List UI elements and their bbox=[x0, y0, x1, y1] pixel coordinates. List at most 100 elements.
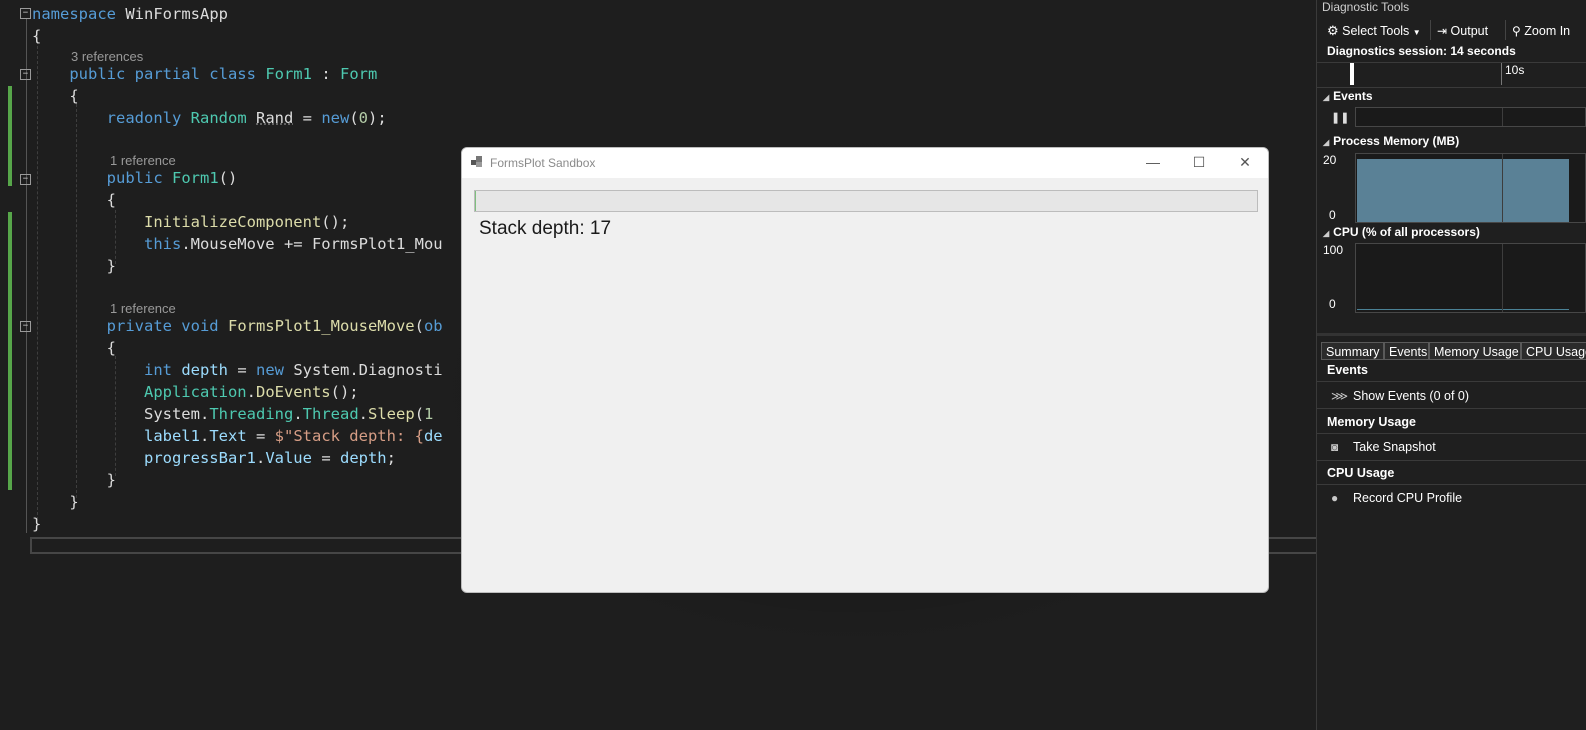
record-cpu-profile-button[interactable]: Record CPU Profile bbox=[1353, 491, 1462, 505]
method-call: Sleep bbox=[368, 405, 415, 423]
code-line[interactable]: } bbox=[32, 255, 116, 277]
outline-line bbox=[26, 18, 27, 533]
output-icon: ⇥ bbox=[1437, 24, 1448, 38]
grid-line bbox=[1502, 244, 1503, 312]
app-icon bbox=[471, 156, 483, 168]
code-line[interactable]: public Form1() bbox=[32, 167, 238, 189]
keyword: new bbox=[321, 109, 350, 127]
events-section-label: Events bbox=[1333, 89, 1373, 103]
field-name: Rand bbox=[256, 109, 294, 127]
method-name: FormsPlot1_MouseMove bbox=[227, 317, 415, 335]
tab-memory-usage[interactable]: Memory Usage bbox=[1429, 342, 1521, 360]
code-line[interactable]: private void FormsPlot1_MouseMove(ob bbox=[32, 315, 443, 337]
cpu-axis-min: 0 bbox=[1329, 297, 1336, 311]
events-section-header[interactable]: ◢ Events bbox=[1323, 89, 1373, 103]
constructor-name: Form1 bbox=[172, 169, 219, 187]
collapse-triangle-icon: ◢ bbox=[1323, 93, 1330, 102]
change-indicator bbox=[8, 86, 12, 186]
divider bbox=[1317, 484, 1586, 485]
timeline-start-handle[interactable] bbox=[1350, 63, 1354, 85]
code-line[interactable]: { bbox=[32, 25, 41, 47]
minimize-button[interactable]: — bbox=[1130, 148, 1176, 178]
tab-events[interactable]: Events bbox=[1384, 342, 1429, 360]
code-line[interactable]: } bbox=[32, 469, 116, 491]
collapse-triangle-icon: ◢ bbox=[1323, 138, 1330, 147]
maximize-button[interactable]: ☐ bbox=[1176, 148, 1222, 178]
code-line[interactable]: Application.DoEvents(); bbox=[32, 381, 359, 403]
collapse-triangle-icon: ◢ bbox=[1323, 229, 1330, 238]
window-title: FormsPlot Sandbox bbox=[490, 156, 596, 170]
code-line[interactable]: label1.Text = $"Stack depth: {de bbox=[32, 425, 443, 447]
progress-fill bbox=[475, 191, 476, 211]
code-line[interactable]: System.Threading.Thread.Sleep(1 bbox=[32, 403, 433, 425]
timeline-tick-label: 10s bbox=[1505, 63, 1525, 77]
show-events-link[interactable]: Show Events (0 of 0) bbox=[1353, 389, 1469, 403]
punctuation: : bbox=[311, 65, 340, 83]
code-line[interactable]: public partial class Form1 : Form bbox=[32, 63, 377, 85]
variable: label1 bbox=[143, 427, 200, 445]
memory-section-header[interactable]: ◢ Process Memory (MB) bbox=[1323, 134, 1459, 148]
namespace-name: Threading bbox=[209, 405, 294, 423]
events-icon: ⋙ bbox=[1331, 389, 1349, 403]
memory-graph[interactable] bbox=[1355, 153, 1586, 223]
string-literal: $"Stack depth: { bbox=[274, 427, 424, 445]
select-tools-button[interactable]: ⚙ Select Tools ▼ bbox=[1327, 22, 1421, 40]
code-line[interactable]: this.MouseMove += FormsPlot1_Mou bbox=[32, 233, 443, 255]
grid-line bbox=[1502, 154, 1503, 222]
base-class: Form bbox=[339, 65, 378, 83]
splitter[interactable] bbox=[1317, 333, 1586, 336]
fold-toggle-class[interactable]: − bbox=[20, 69, 31, 80]
formsplot-sandbox-window[interactable]: FormsPlot Sandbox — ☐ ✕ Stack depth: 17 bbox=[461, 147, 1269, 593]
type-name: Random bbox=[190, 109, 247, 127]
session-duration: Diagnostics session: 14 seconds bbox=[1327, 44, 1516, 58]
property: Value bbox=[265, 449, 312, 467]
close-button[interactable]: ✕ bbox=[1222, 148, 1268, 178]
tab-cpu-usage[interactable]: CPU Usage bbox=[1521, 342, 1586, 360]
divider bbox=[1317, 460, 1586, 461]
method-call: DoEvents bbox=[255, 383, 331, 401]
type-name: Application bbox=[143, 383, 247, 401]
events-track[interactable] bbox=[1355, 107, 1586, 127]
code-line[interactable]: { bbox=[32, 337, 116, 359]
events-heading: Events bbox=[1327, 363, 1368, 377]
fold-toggle-method[interactable]: − bbox=[20, 321, 31, 332]
fold-toggle-namespace[interactable]: − bbox=[20, 8, 31, 19]
timeline-ruler[interactable]: 10s bbox=[1317, 62, 1586, 88]
property: Text bbox=[209, 427, 247, 445]
take-snapshot-button[interactable]: Take Snapshot bbox=[1353, 440, 1436, 454]
timeline-tick bbox=[1501, 63, 1502, 85]
zoom-in-button[interactable]: ⚲ Zoom In bbox=[1512, 22, 1570, 40]
fold-toggle-constructor[interactable]: − bbox=[20, 174, 31, 185]
divider bbox=[1317, 408, 1586, 409]
record-icon: ● bbox=[1331, 491, 1339, 505]
code-line[interactable]: int depth = new System.Diagnosti bbox=[32, 359, 443, 381]
pause-icon[interactable]: ❚❚ bbox=[1331, 111, 1349, 124]
class-name: Form1 bbox=[265, 65, 312, 83]
keyword: new bbox=[256, 361, 284, 379]
variable: depth bbox=[181, 361, 228, 379]
code-line[interactable]: progressBar1.Value = depth; bbox=[32, 447, 396, 469]
code-line[interactable]: { bbox=[32, 85, 78, 107]
code-text: .MouseMove += FormsPlot1_Mou bbox=[181, 235, 443, 253]
progress-bar bbox=[474, 190, 1258, 212]
select-tools-label: Select Tools bbox=[1342, 24, 1410, 38]
number: 0 bbox=[358, 109, 369, 127]
code-line[interactable]: namespace WinFormsApp bbox=[32, 3, 228, 25]
cpu-usage-heading: CPU Usage bbox=[1327, 466, 1395, 480]
punctuation: = bbox=[293, 109, 322, 127]
camera-icon: ◙ bbox=[1331, 440, 1339, 454]
tab-summary[interactable]: Summary bbox=[1321, 342, 1384, 360]
toolbar-separator bbox=[1430, 20, 1431, 40]
code-line[interactable]: } bbox=[32, 513, 41, 535]
code-line[interactable]: InitializeComponent(); bbox=[32, 211, 349, 233]
cpu-section-header[interactable]: ◢ CPU (% of all processors) bbox=[1323, 225, 1480, 239]
grid-line bbox=[1502, 108, 1503, 126]
code-line[interactable]: } bbox=[32, 491, 78, 513]
output-button[interactable]: ⇥ Output bbox=[1437, 22, 1488, 40]
window-titlebar[interactable]: FormsPlot Sandbox — ☐ ✕ bbox=[462, 148, 1268, 178]
code-line[interactable]: readonly Random Rand = new(0); bbox=[32, 107, 387, 129]
change-indicator bbox=[8, 212, 12, 490]
cpu-graph[interactable] bbox=[1355, 243, 1586, 313]
code-line[interactable]: { bbox=[32, 189, 116, 211]
memory-section-label: Process Memory (MB) bbox=[1333, 134, 1460, 148]
